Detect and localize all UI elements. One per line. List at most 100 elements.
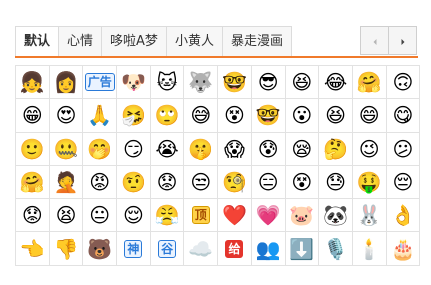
emoticon-cell[interactable]: 👎 [49,232,84,266]
emoticon-cell[interactable]: 💗 [251,199,286,233]
emoticon-cell[interactable]: 😐 [83,199,118,233]
emoticon-cell[interactable]: 🙏 [83,99,118,133]
emoticon-cell[interactable]: 😅 [184,99,219,133]
emoticon-cell[interactable]: 😵 [285,165,320,200]
emoticon-cell[interactable]: 😏 [117,132,151,166]
emoticon-cell[interactable]: 😍 [49,99,84,133]
unamused-icon: 😒 [190,170,212,195]
emoticon-cell[interactable]: 😵 [218,99,252,133]
emoticon-cell[interactable]: 🙄 [150,99,185,133]
emoticon-cell[interactable]: 🤨 [117,165,151,200]
hug-icon: 🤗 [19,170,45,195]
emoticon-cell[interactable]: 给 [218,232,252,266]
emoticon-cell[interactable]: 😟 [16,199,50,233]
smile-hands-icon: 🤗 [356,70,382,95]
emoticon-cell[interactable]: 😆 [319,99,353,133]
shout-icon: 😫 [55,203,77,228]
emoticon-cell[interactable]: 😒 [184,165,219,200]
emoticon-cell[interactable]: 😋 [386,99,421,133]
prev-page-button[interactable] [360,26,389,55]
emoticon-cell[interactable]: 🎂 [386,232,421,266]
emoticon-cell[interactable]: 🤫 [184,132,219,166]
emoticon-cell[interactable]: 🐶 [117,66,151,100]
emoticon-cell[interactable]: 😫 [49,199,84,233]
rage-icon: 😤 [154,203,180,228]
emoticon-cell[interactable]: 广告 [83,66,118,100]
emoticon-panel: 默认 心情 哆啦A梦 小黄人 暴走漫画 👧 👩 广告 🐶 🐱 🐺 🤓 😎 😆 😂 🤗 🙃 😁 😍 🙏 🤧 🙄 😅 😵 🤓 😮 😆 😄… [0,0,431,285]
tab-0[interactable]: 默认 [15,26,60,56]
emoticon-cell[interactable]: 👌 [386,199,421,233]
emoticon-cell[interactable]: 😕 [386,132,421,166]
emoticon-cell[interactable]: ⬇️ [285,232,320,266]
emoticon-tab-bar: 默认 心情 哆啦A梦 小黄人 暴走漫画 [15,26,418,58]
emoticon-cell[interactable]: 😰 [251,132,286,166]
heart-icon: ❤️ [222,203,247,228]
emoticon-cell[interactable]: 😆 [285,66,320,100]
emoticon-cell[interactable]: 🤓 [251,99,286,133]
emoticon-cell[interactable]: 🐷 [285,199,320,233]
emoticon-cell[interactable]: 👈 [16,232,50,266]
emoticon-cell[interactable]: 🤧 [117,99,151,133]
emoticon-cell[interactable]: 😔 [386,165,421,200]
frown-icon: 😟 [156,170,178,195]
emoticon-cell[interactable]: 🐺 [184,66,219,100]
emoticon-cell[interactable]: 🎙️ [319,232,353,266]
emoticon-cell[interactable]: 🐻 [83,232,118,266]
emoticon-cell[interactable]: 😮 [285,99,320,133]
emoticon-cell[interactable]: 😎 [251,66,286,100]
emoticon-cell[interactable]: 😌 [117,199,151,233]
emoticon-cell[interactable]: 🐼 [319,199,353,233]
emoticon-cell[interactable]: 😓 [319,165,353,200]
tab-2[interactable]: 哆啦A梦 [101,26,167,56]
emoticon-cell[interactable]: 🐱 [150,66,185,100]
emoticon-cell[interactable]: 🤐 [49,132,84,166]
emoticon-cell[interactable]: 😭 [150,132,185,166]
emoticon-cell[interactable]: 😪 [285,132,320,166]
emoticon-cell[interactable]: 😄 [352,99,387,133]
emoticon-cell[interactable]: 🙂 [16,132,50,166]
emoticon-cell[interactable]: 🧐 [218,165,252,200]
chevron-left-icon [371,31,379,50]
emoticon-cell[interactable]: 🤗 [352,66,387,100]
minion-goggles-icon: 😎 [257,70,279,95]
emoticon-cell[interactable]: 神 [117,232,151,266]
emoticon-cell[interactable]: 😤 [150,199,185,233]
emoticon-cell[interactable]: 🤓 [218,66,252,100]
cry-icon: 😭 [155,136,179,161]
emoticon-cell[interactable]: 🤗 [16,165,50,200]
dizzy-face-icon: 😵 [291,170,313,195]
emoticon-cell[interactable]: 👩 [49,66,84,100]
emoticon-cell[interactable]: 😡 [83,165,118,200]
emoticon-cell[interactable]: 👧 [16,66,50,100]
down-arrow-icon: ⬇️ [289,236,315,261]
emoticon-cell[interactable]: 😱 [218,132,252,166]
emoticon-cell[interactable]: 😁 [16,99,50,133]
emoticon-cell[interactable]: ☁️ [184,232,219,266]
emoticon-cell[interactable]: 谷 [150,232,185,266]
ok-hand-icon: 👌 [390,203,416,228]
minion-laugh-icon: 😆 [291,70,313,95]
tab-4[interactable]: 暴走漫画 [221,26,292,56]
emoticon-cell[interactable]: 🤭 [83,132,118,166]
emoticon-cell[interactable]: 😉 [352,132,387,166]
emoticon-cell[interactable]: 😟 [150,165,185,200]
tab-3[interactable]: 小黄人 [165,26,223,56]
emoticon-cell[interactable]: 🤦 [49,165,84,200]
emoticon-cell[interactable]: 🤔 [319,132,353,166]
emoticon-cell[interactable]: 🐰 [352,199,387,233]
tab-1[interactable]: 心情 [58,26,103,56]
puzzled-icon: 😵 [224,103,245,128]
emoticon-cell[interactable]: 顶 [184,199,219,233]
emoticon-cell[interactable]: 🕯️ [352,232,387,266]
cake-icon: 🎂 [390,236,416,261]
money-face-icon: 🤑 [356,170,382,195]
next-page-button[interactable] [388,26,417,55]
emoticon-cell[interactable]: ❤️ [218,199,252,233]
emoticon-cell[interactable]: 👥 [251,232,286,266]
emoticon-cell[interactable]: 🙃 [386,66,421,100]
cover-mouth-icon: 🤭 [87,136,113,161]
give-text-icon: 给 [225,239,244,258]
emoticon-cell[interactable]: 🤑 [352,165,387,200]
emoticon-cell[interactable]: 😂 [319,66,353,100]
emoticon-cell[interactable]: 😑 [251,165,286,200]
